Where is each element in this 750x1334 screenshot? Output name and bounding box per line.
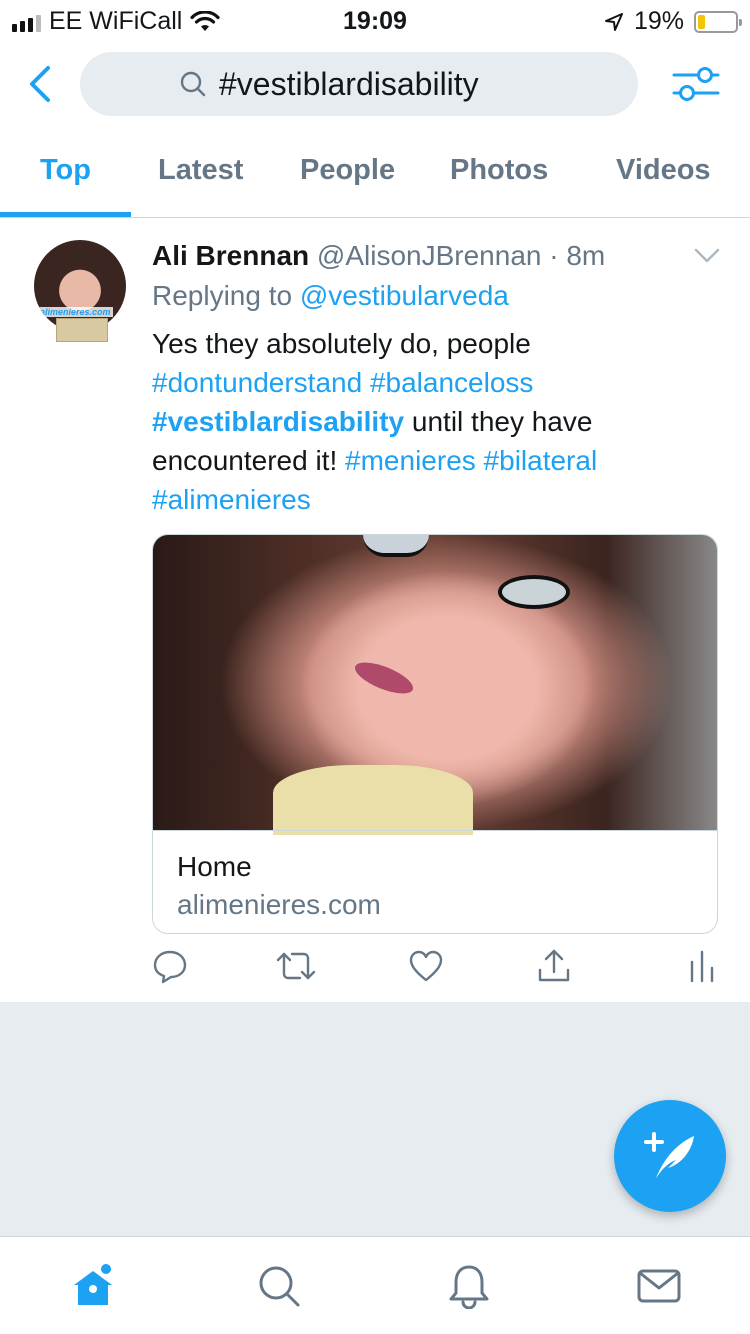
hashtag-link-searched[interactable]: #vestiblardisability [152, 406, 404, 437]
tweet-time: 8m [566, 240, 606, 271]
avatar-note-image [56, 318, 108, 342]
hashtag-link[interactable]: #alimenieres [152, 484, 311, 515]
search-icon[interactable] [256, 1263, 302, 1309]
link-card-meta: Home alimenieres.com [153, 830, 717, 933]
battery-percent: 19% [633, 7, 684, 35]
reply-icon[interactable] [152, 948, 188, 984]
user-handle[interactable]: @AlisonJBrennan [317, 240, 542, 271]
tweet-actions [152, 948, 722, 988]
tweet-text-part: Yes they absolutely do, people [152, 328, 531, 359]
back-chevron-icon[interactable] [22, 62, 58, 106]
share-icon[interactable] [536, 948, 572, 984]
analytics-icon[interactable] [684, 948, 720, 984]
feather-plus-icon [644, 1132, 694, 1178]
search-header [0, 48, 750, 124]
battery-icon [694, 10, 742, 33]
replying-to-line: Replying to @vestibularveda [152, 280, 509, 312]
link-card-domain: alimenieres.com [177, 889, 381, 920]
replying-prefix: Replying to [152, 280, 293, 311]
separator-dot: · [549, 240, 559, 271]
status-right: 19% [604, 7, 742, 36]
search-tabs: Top Latest People Photos Videos [0, 128, 750, 218]
search-icon [180, 71, 206, 97]
link-card[interactable]: Home alimenieres.com [152, 534, 718, 934]
tweet-header: Ali Brennan @AlisonJBrennan · 8m [152, 240, 605, 272]
tab-latest[interactable]: Latest [158, 154, 243, 187]
tab-top[interactable]: Top [40, 154, 91, 187]
hashtag-link[interactable]: #bilateral [484, 445, 598, 476]
bottom-tab-bar [0, 1236, 750, 1334]
hashtag-link[interactable]: #menieres [345, 445, 476, 476]
tweet[interactable]: alimenieres.com Ali Brennan @AlisonJBren… [0, 218, 750, 1002]
home-icon[interactable] [70, 1263, 116, 1309]
avatar-watermark: alimenieres.com [38, 307, 113, 317]
link-card-title: Home [177, 851, 252, 882]
filter-sliders-icon[interactable] [672, 62, 720, 106]
bell-icon[interactable] [446, 1263, 492, 1309]
active-tab-indicator [0, 212, 131, 217]
reply-mention-link[interactable]: @vestibularveda [300, 280, 509, 311]
compose-tweet-button[interactable] [614, 1100, 726, 1212]
location-arrow-icon [604, 12, 623, 31]
hashtag-link[interactable]: #dontunderstand [152, 367, 362, 398]
search-input[interactable] [219, 65, 539, 103]
mail-icon[interactable] [636, 1263, 682, 1309]
status-bar: EE WiFiCall 19:09 19% [0, 0, 750, 40]
tab-people[interactable]: People [300, 154, 395, 187]
tab-videos[interactable]: Videos [616, 154, 711, 187]
display-name[interactable]: Ali Brennan [152, 240, 309, 271]
chevron-down-icon[interactable] [694, 248, 720, 264]
hashtag-link[interactable]: #balanceloss [370, 367, 533, 398]
like-heart-icon[interactable] [408, 948, 444, 984]
link-card-photo [153, 535, 717, 835]
search-bar[interactable] [80, 52, 638, 116]
tweet-text: Yes they absolutely do, people #dontunde… [152, 324, 722, 519]
tab-photos[interactable]: Photos [450, 154, 548, 187]
retweet-icon[interactable] [276, 948, 316, 984]
